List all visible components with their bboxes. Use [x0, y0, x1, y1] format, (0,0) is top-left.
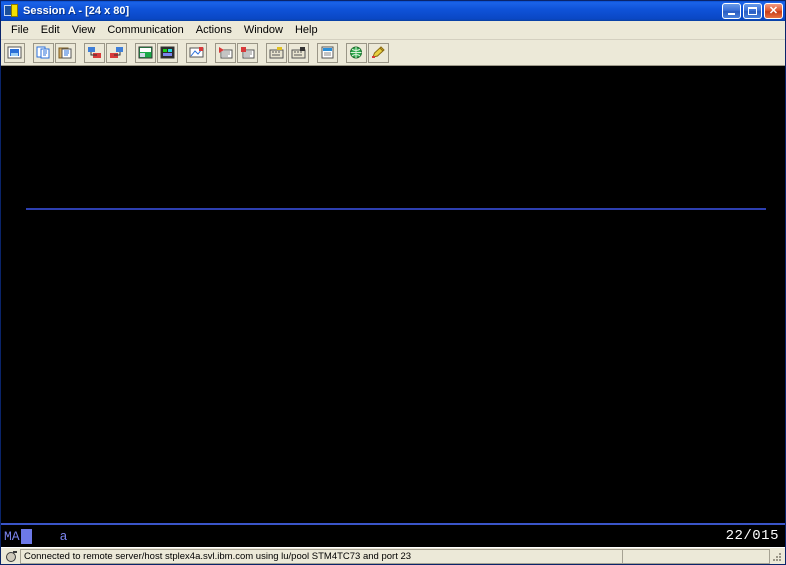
- copy-icon[interactable]: [33, 42, 54, 63]
- keyboard-remap-icon[interactable]: [266, 42, 287, 63]
- play-macro-icon[interactable]: [215, 42, 236, 63]
- stop-macro-icon[interactable]: [237, 42, 258, 63]
- operator-information-area: MA a 22/015: [1, 523, 785, 547]
- paste-icon[interactable]: [55, 42, 76, 63]
- receive-file-icon[interactable]: [106, 42, 127, 63]
- terminal-screen[interactable]: Menu Utilities Compilers Help BROWSE MAZ…: [1, 66, 785, 523]
- maximize-button[interactable]: [743, 3, 762, 19]
- edit-preferences-icon[interactable]: [368, 42, 389, 63]
- title-bar: Session A - [24 x 80] ✕: [1, 1, 785, 21]
- oia-cursor-block: [20, 528, 32, 544]
- browse-header-row: BROWSE MAZZARA.TSC.LOG Line 00000000 Col…: [2, 290, 785, 310]
- window-controls: ✕: [722, 3, 783, 19]
- menu-help[interactable]: Help: [289, 22, 324, 38]
- status-bar: Connected to remote server/host stplex4a…: [1, 547, 785, 564]
- menu-view[interactable]: View: [66, 22, 102, 38]
- session-icon: [4, 4, 19, 18]
- menu-window[interactable]: Window: [238, 22, 289, 38]
- color-setup-icon[interactable]: [157, 42, 178, 63]
- notepad-icon[interactable]: [317, 42, 338, 63]
- status-secondary-pane: [622, 548, 770, 564]
- screen-capture-icon[interactable]: [4, 42, 25, 63]
- connection-icon: [4, 550, 18, 563]
- ispf-action-bar: Menu Utilities Compilers Help: [2, 144, 785, 168]
- menu-actions[interactable]: Actions: [190, 22, 238, 38]
- menu-bar: File Edit View Communication Actions Win…: [1, 21, 785, 40]
- oia-input-char: a: [59, 528, 68, 544]
- close-button[interactable]: ✕: [764, 3, 783, 19]
- oia-cursor-position: 22/015: [725, 528, 779, 544]
- minimize-button[interactable]: [722, 3, 741, 19]
- blank-row: [2, 465, 785, 485]
- top-of-data-row: ****************************** Top of Da…: [2, 387, 785, 407]
- menu-file[interactable]: File: [5, 22, 35, 38]
- window-title: Session A - [24 x 80]: [23, 5, 130, 17]
- oia-left-group: MA a: [1, 528, 68, 544]
- toolbar-setup-icon[interactable]: [288, 42, 309, 63]
- oia-machine-indicator: MA: [4, 528, 20, 544]
- resize-grip[interactable]: [770, 549, 784, 564]
- macro-record-icon[interactable]: [186, 42, 207, 63]
- connection-status-text: Connected to remote server/host stplex4a…: [20, 548, 622, 564]
- display-setup-icon[interactable]: [135, 42, 156, 63]
- menu-edit[interactable]: Edit: [35, 22, 66, 38]
- session-window: Session A - [24 x 80] ✕ File Edit View C…: [0, 0, 786, 565]
- ispf-action-bar-separator: [26, 207, 766, 210]
- send-file-icon[interactable]: [84, 42, 105, 63]
- toolbar: [1, 40, 785, 66]
- menu-communication[interactable]: Communication: [101, 22, 189, 38]
- web-link-icon[interactable]: [346, 42, 367, 63]
